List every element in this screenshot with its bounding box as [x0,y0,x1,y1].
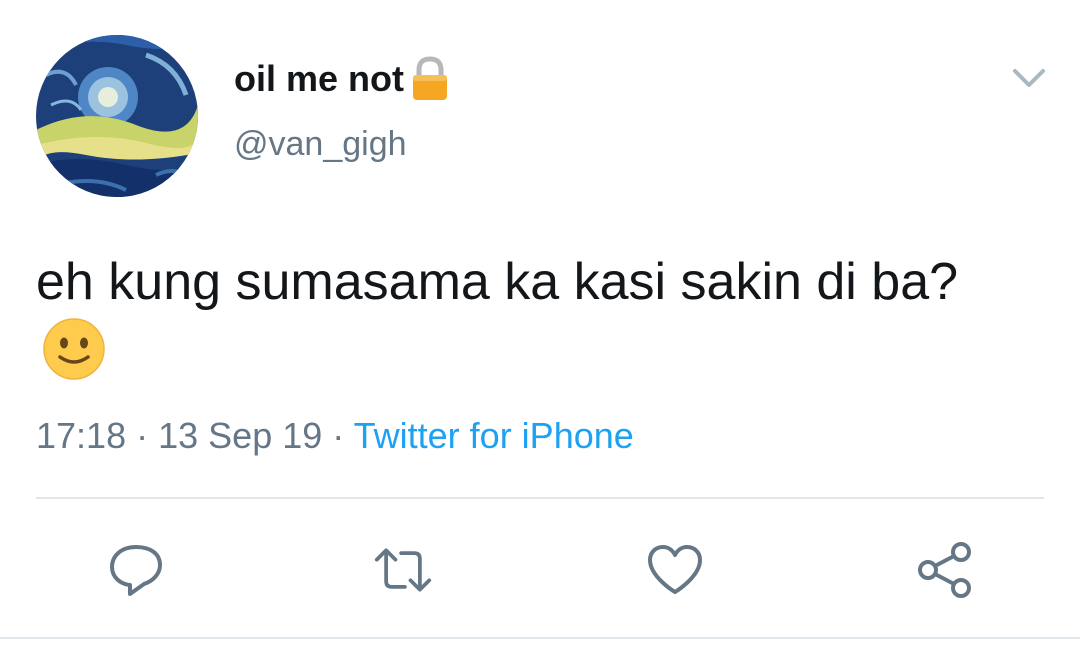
share-icon [918,542,971,598]
tweet-source-link[interactable]: Twitter for iPhone [354,415,634,456]
user-handle[interactable]: @van_gigh [234,122,407,166]
retweet-icon [374,548,432,592]
tweet-time: 17:18 [36,415,127,456]
retweet-button[interactable] [373,540,433,600]
meta-separator: · [332,415,345,456]
chevron-down-icon [1013,69,1045,87]
lock-icon [406,56,454,102]
tweet-meta: 17:18 · 13 Sep 19 · Twitter for iPhone [36,412,634,460]
avatar[interactable] [36,35,198,197]
reply-button[interactable] [106,540,166,600]
tweet-body: eh kung sumasama ka kasi sakin di ba? [36,253,959,311]
like-button[interactable] [645,540,705,600]
heart-icon [648,545,702,594]
tweet-date: 13 Sep 19 [158,415,323,456]
bottom-divider [0,637,1080,639]
slightly-smiling-face-icon [42,317,106,381]
share-button[interactable] [915,540,975,600]
reply-icon [110,545,162,596]
divider [36,497,1044,499]
more-options-button[interactable] [1010,64,1048,92]
meta-separator: · [136,415,149,456]
display-name[interactable]: oil me not [234,56,454,102]
display-name-text: oil me not [234,58,404,99]
tweet-text: eh kung sumasama ka kasi sakin di ba? [36,248,1036,384]
